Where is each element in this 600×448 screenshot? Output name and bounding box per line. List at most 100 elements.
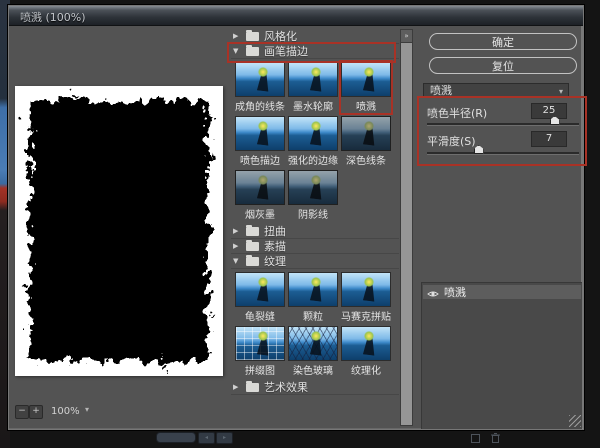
thumbnail-label: 马赛克拼贴 xyxy=(341,308,391,323)
filter-select-value: 喷溅 xyxy=(430,84,452,97)
filter-folder[interactable]: ▶ 扭曲 xyxy=(231,224,399,239)
thumbnail-label: 喷溅 xyxy=(341,98,391,113)
folder-label: 风格化 xyxy=(264,28,297,44)
zoom-level-value[interactable]: 100% xyxy=(51,406,80,417)
spray-radius-slider[interactable] xyxy=(427,123,579,126)
zoom-in-button[interactable]: + xyxy=(29,405,43,419)
reset-button[interactable]: 复位 xyxy=(429,57,577,74)
resize-grip[interactable] xyxy=(569,415,581,427)
thumbnail-image xyxy=(235,62,285,97)
thumbnail-image xyxy=(235,170,285,205)
filter-thumbnail[interactable]: 强化的边缘 xyxy=(288,116,338,167)
filter-folder[interactable]: ▼ 纹理 xyxy=(231,254,399,269)
filter-category-list: ▶风格化▼画笔描边成角的线条墨水轮廓喷溅喷色描边强化的边缘深色线条烟灰墨阴影线▶… xyxy=(231,29,399,395)
filter-thumbnail[interactable]: 纹理化 xyxy=(341,326,391,377)
thumbnail-label: 拼缀图 xyxy=(235,362,285,377)
filter-thumbnail[interactable]: 拼缀图 xyxy=(235,326,285,377)
chevron-collapsed-icon: ▶ xyxy=(233,32,241,40)
chevron-expanded-icon: ▼ xyxy=(233,257,241,265)
dialog-titlebar[interactable]: 喷溅 (100%) xyxy=(9,6,583,26)
collapse-panel-icon[interactable]: » xyxy=(401,30,412,43)
thumbnail-label: 颗粒 xyxy=(288,308,338,323)
filter-thumbnail[interactable]: 喷色描边 xyxy=(235,116,285,167)
chevron-expanded-icon: ▼ xyxy=(233,47,241,55)
trash-icon[interactable] xyxy=(490,429,501,448)
background-scroll-left-icon[interactable]: ◂ xyxy=(198,432,215,444)
smoothness-value[interactable]: 7 xyxy=(531,131,567,147)
filter-folder[interactable]: ▼画笔描边 xyxy=(231,44,399,59)
thumbnail-label: 龟裂缝 xyxy=(235,308,285,323)
filter-thumbnail[interactable]: 深色线条 xyxy=(341,116,391,167)
filter-thumbnail[interactable]: 喷溅 xyxy=(341,62,391,113)
thumbnail-label: 染色玻璃 xyxy=(288,362,338,377)
thumbnail-image xyxy=(341,272,391,307)
thumbnail-image xyxy=(288,62,338,97)
filter-thumbnail-grid: 成角的线条墨水轮廓喷溅喷色描边强化的边缘深色线条烟灰墨阴影线 xyxy=(231,59,399,224)
folder-icon xyxy=(246,32,259,41)
filter-thumbnail[interactable]: 染色玻璃 xyxy=(288,326,338,377)
thumbnail-label: 阴影线 xyxy=(288,206,338,221)
zoom-dropdown-chevron-icon[interactable]: ▾ xyxy=(85,405,89,414)
smoothness-label: 平滑度(S) xyxy=(427,133,476,149)
filter-thumbnail[interactable]: 阴影线 xyxy=(288,170,338,221)
thumbnail-image xyxy=(235,326,285,361)
chevron-collapsed-icon: ▶ xyxy=(233,383,241,391)
thumbnail-image xyxy=(341,62,391,97)
folder-label: 艺术效果 xyxy=(264,379,308,395)
filter-preview-image xyxy=(15,86,223,376)
filter-select[interactable]: 喷溅 ▾ xyxy=(423,83,569,98)
thumbnail-label: 烟灰墨 xyxy=(235,206,285,221)
filter-folder[interactable]: ▶ 艺术效果 xyxy=(231,380,399,395)
effect-layer-row[interactable]: 喷溅 xyxy=(423,285,581,299)
folder-icon xyxy=(246,227,259,236)
new-effect-layer-icon[interactable] xyxy=(470,429,481,448)
folder-icon xyxy=(246,383,259,392)
thumbnail-image xyxy=(341,326,391,361)
filter-thumbnail[interactable]: 颗粒 xyxy=(288,272,338,323)
filter-thumbnail[interactable]: 龟裂缝 xyxy=(235,272,285,323)
ok-button[interactable]: 确定 xyxy=(429,33,577,50)
chevron-down-icon: ▾ xyxy=(559,85,563,99)
dialog-title: 喷溅 (100%) xyxy=(20,9,86,25)
thumbnail-image xyxy=(341,116,391,151)
filter-folder[interactable]: ▶ 风格化 xyxy=(231,29,399,44)
filter-gallery-dialog: 喷溅 (100%) − + xyxy=(8,5,584,430)
spray-radius-value[interactable]: 25 xyxy=(531,103,567,119)
folder-label: 素描 xyxy=(264,238,286,254)
chevron-collapsed-icon: ▶ xyxy=(233,242,241,250)
thumbnail-image xyxy=(288,326,338,361)
filter-thumbnail[interactable]: 烟灰墨 xyxy=(235,170,285,221)
screen: ◂ ▸ 喷溅 (100%) xyxy=(0,0,600,448)
folder-icon xyxy=(246,257,259,266)
thumbnail-label: 深色线条 xyxy=(341,152,391,167)
thumbnail-label: 墨水轮廓 xyxy=(288,98,338,113)
background-hscrollbar-thumb[interactable] xyxy=(156,432,196,443)
thumbnail-label: 强化的边缘 xyxy=(288,152,338,167)
visibility-eye-icon[interactable] xyxy=(427,283,439,302)
thumbnail-label: 成角的线条 xyxy=(235,98,285,113)
thumbnail-image xyxy=(235,272,285,307)
filter-thumbnail[interactable]: 墨水轮廓 xyxy=(288,62,338,113)
smoothness-slider[interactable] xyxy=(427,152,579,155)
background-scroll-right-icon[interactable]: ▸ xyxy=(216,432,233,444)
thumbnail-label: 喷色描边 xyxy=(235,152,285,167)
thumbnail-image xyxy=(235,116,285,151)
filter-thumbnail[interactable]: 成角的线条 xyxy=(235,62,285,113)
folder-label: 扭曲 xyxy=(264,223,286,239)
zoom-out-button[interactable]: − xyxy=(15,405,29,419)
chevron-collapsed-icon: ▶ xyxy=(233,227,241,235)
filter-list-scrollbar[interactable]: » xyxy=(400,29,413,426)
filter-thumbnail[interactable]: 马赛克拼贴 xyxy=(341,272,391,323)
folder-icon xyxy=(246,242,259,251)
effect-layers-panel: 喷溅 xyxy=(421,282,582,429)
thumbnail-image xyxy=(288,170,338,205)
filter-folder[interactable]: ▶ 素描 xyxy=(231,239,399,254)
folder-icon xyxy=(246,47,259,56)
thumbnail-label: 纹理化 xyxy=(341,362,391,377)
filter-thumbnail-grid: 龟裂缝颗粒马赛克拼贴拼缀图染色玻璃纹理化 xyxy=(231,269,399,380)
folder-label: 纹理 xyxy=(264,253,286,269)
thumbnail-image xyxy=(288,272,338,307)
effect-layer-name: 喷溅 xyxy=(444,284,466,300)
spray-radius-label: 喷色半径(R) xyxy=(427,105,487,121)
thumbnail-image xyxy=(288,116,338,151)
